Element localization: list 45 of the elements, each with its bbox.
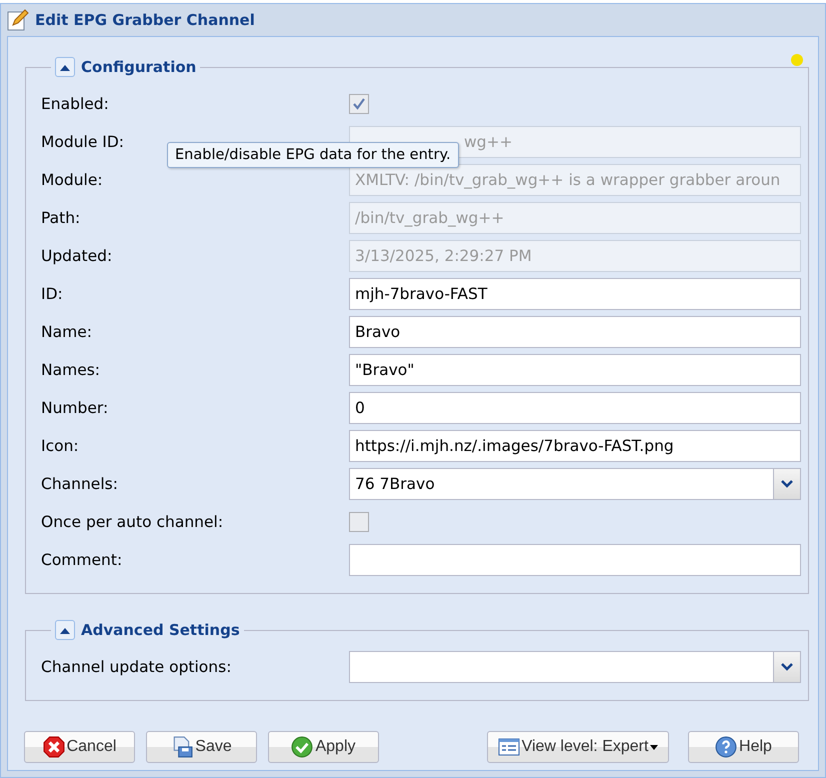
field-label: Module: bbox=[41, 171, 104, 189]
field-label: Path: bbox=[41, 209, 82, 227]
dropdown-field[interactable] bbox=[349, 651, 801, 683]
save-icon bbox=[171, 736, 194, 758]
cancel-button[interactable]: Cancel bbox=[24, 731, 135, 763]
cancel-icon bbox=[42, 736, 65, 758]
tooltip: Enable/disable EPG data for the entry. bbox=[167, 142, 459, 168]
collapse-button[interactable] bbox=[55, 620, 75, 640]
chevron-down-icon bbox=[781, 480, 793, 488]
help-button[interactable]: Help bbox=[688, 731, 799, 763]
chevron-down-icon bbox=[781, 663, 793, 671]
field-label: Channel update options: bbox=[41, 658, 232, 676]
field-label: Names: bbox=[41, 361, 102, 379]
field-label: Channels: bbox=[41, 475, 119, 493]
field-label: ID: bbox=[41, 285, 64, 303]
collapse-button[interactable] bbox=[55, 57, 75, 77]
text-field[interactable]: https://i.mjh.nz/.images/7bravo-FAST.png bbox=[349, 430, 801, 462]
text-field[interactable]: Bravo bbox=[349, 316, 801, 348]
triangle-up-icon bbox=[60, 64, 70, 70]
window-title: Edit EPG Grabber Channel bbox=[35, 11, 255, 29]
caret-icon bbox=[650, 744, 658, 750]
field-label: Once per auto channel: bbox=[41, 513, 224, 531]
section-title: Advanced Settings bbox=[81, 621, 240, 639]
field-label: Number: bbox=[41, 399, 110, 417]
field-label: Comment: bbox=[41, 551, 124, 569]
text-field[interactable]: 0 bbox=[349, 392, 801, 424]
edit-icon bbox=[7, 9, 29, 31]
text-field[interactable]: "Bravo" bbox=[349, 354, 801, 386]
field-label: Enabled: bbox=[41, 95, 110, 113]
field-label: Icon: bbox=[41, 437, 80, 455]
save-button[interactable]: Save bbox=[146, 731, 257, 763]
check-icon bbox=[291, 736, 314, 758]
text-field[interactable] bbox=[349, 544, 801, 576]
dropdown-field[interactable]: 76 7Bravo bbox=[349, 468, 801, 500]
help-icon bbox=[715, 736, 738, 758]
apply-button[interactable]: Apply bbox=[268, 731, 379, 763]
status-dot bbox=[791, 54, 803, 66]
field-label: Module ID: bbox=[41, 133, 126, 151]
section-title: Configuration bbox=[81, 58, 196, 76]
view-level-menu-button[interactable]: View level: Expert bbox=[487, 731, 669, 763]
triangle-up-icon bbox=[60, 626, 70, 634]
field-label: Updated: bbox=[41, 247, 114, 265]
field-label: Name: bbox=[41, 323, 93, 341]
list-icon bbox=[498, 736, 520, 758]
text-field[interactable]: mjh-7bravo-FAST bbox=[349, 278, 801, 310]
